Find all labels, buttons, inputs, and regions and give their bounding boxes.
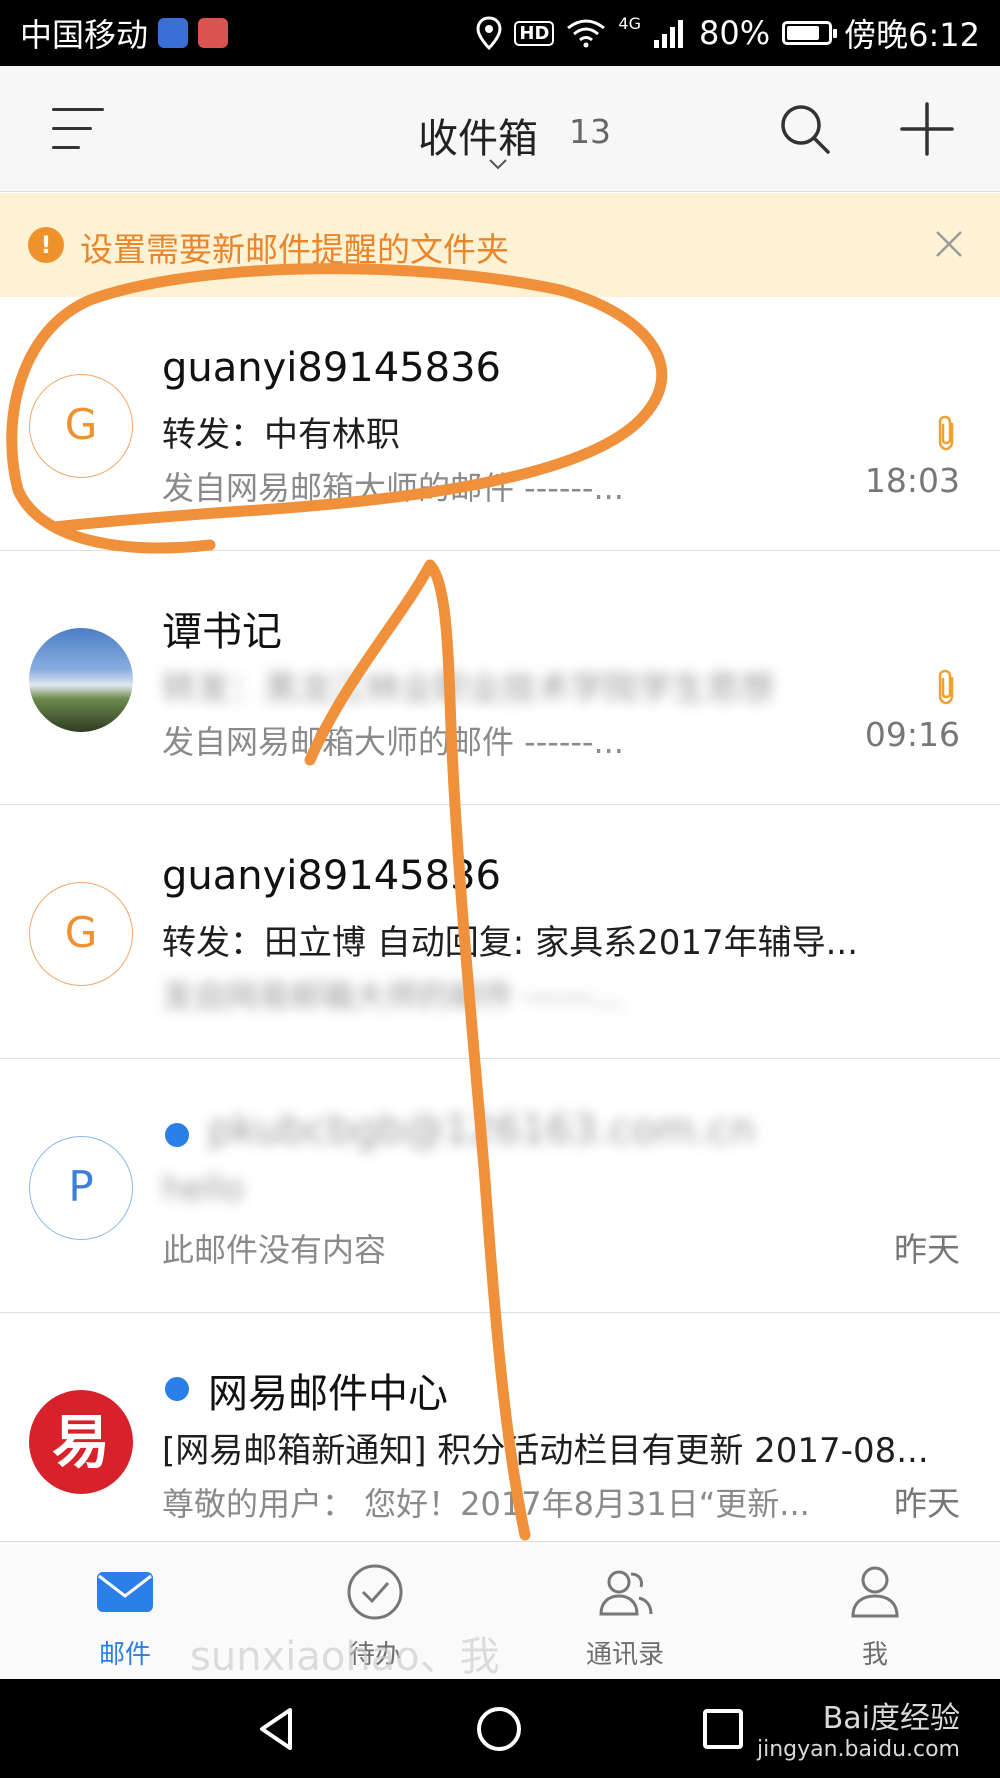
mail-subject: 转发：黑龙江林业职业技术学院学生思想	[162, 669, 774, 709]
mail-item[interactable]: 易 网易邮件中心 [网易邮箱新通知] 积分活动栏目有更新 2017-08... …	[0, 1313, 1000, 1538]
mail-subject: hello	[162, 1169, 245, 1209]
mail-time: 09:16	[864, 715, 960, 754]
unread-count: 13	[569, 112, 611, 151]
mail-preview: 发自网易邮箱大师的邮件 ------...	[162, 723, 624, 761]
mail-icon	[97, 1572, 153, 1612]
location-icon	[476, 16, 502, 50]
recents-icon[interactable]	[698, 1704, 748, 1754]
system-nav-bar: Bai度经验 jingyan.baidu.com	[0, 1679, 1000, 1778]
sender-avatar: G	[29, 882, 133, 986]
sender-avatar-photo	[29, 628, 133, 732]
app-header: 收件箱 13	[0, 66, 1000, 192]
checkmark-circle-icon	[347, 1564, 403, 1620]
mail-time: 昨天	[894, 1484, 960, 1523]
folder-title[interactable]: 收件箱	[418, 106, 538, 164]
tab-contacts[interactable]: 通讯录	[500, 1542, 750, 1679]
contacts-icon	[599, 1570, 653, 1616]
mail-item[interactable]: G guanyi89145836 转发：田立博 自动回复: 家具系2017年辅导…	[0, 805, 1000, 1059]
mail-subject: 转发：田立博 自动回复: 家具系2017年辅导...	[162, 923, 859, 963]
mail-preview: 此邮件没有内容	[162, 1231, 387, 1269]
netease-logo-avatar: 易	[29, 1390, 133, 1494]
close-icon[interactable]	[934, 229, 964, 259]
banner-message[interactable]: 设置需要新邮件提醒的文件夹	[80, 223, 509, 271]
battery-percent: 80%	[699, 14, 771, 52]
hd-badge: HD	[514, 20, 555, 46]
unread-dot	[165, 1377, 189, 1401]
back-icon[interactable]	[252, 1704, 302, 1754]
sender-avatar: P	[29, 1136, 133, 1240]
baidu-app-icon	[158, 18, 189, 48]
baidu-watermark: Bai度经验 jingyan.baidu.com	[757, 1693, 960, 1762]
info-icon: !	[28, 227, 64, 263]
tab-label: 我	[861, 1640, 888, 1670]
mail-sender: guanyi89145836	[162, 345, 501, 391]
mail-item[interactable]: 谭书记 转发：黑龙江林业职业技术学院学生思想 发自网易邮箱大师的邮件 -----…	[0, 551, 1000, 805]
tab-label: 通讯录	[585, 1640, 664, 1670]
search-icon[interactable]	[778, 102, 832, 156]
bottom-tab-bar: 邮件 待办 通讯录 我 sunxiaohao、我	[0, 1541, 1000, 1680]
notification-setup-banner[interactable]: ! 设置需要新邮件提醒的文件夹	[0, 193, 1000, 297]
map-app-icon	[198, 18, 229, 48]
mail-sender: pkubcbgb@126163.com.cn	[208, 1107, 756, 1153]
tab-me[interactable]: 我	[750, 1542, 1000, 1679]
footer-overlay-text: sunxiaohao、我	[190, 1634, 500, 1680]
status-bar: 中国移动 HD 4G 80% 傍晚6:12	[0, 0, 1000, 66]
wifi-icon	[567, 19, 606, 48]
mail-item[interactable]: P pkubcbgb@126163.com.cn hello 此邮件没有内容 昨…	[0, 1059, 1000, 1313]
signal-icon	[654, 20, 683, 48]
network-type: 4G	[618, 13, 641, 33]
watermark-url: jingyan.baidu.com	[756, 1737, 960, 1762]
mail-list: G guanyi89145836 转发：中有林职 发自网易邮箱大师的邮件 ---…	[0, 297, 1000, 1538]
mail-subject: [网易邮箱新通知] 积分活动栏目有更新 2017-08...	[162, 1431, 929, 1471]
mail-time: 18:03	[864, 461, 960, 500]
mail-item[interactable]: G guanyi89145836 转发：中有林职 发自网易邮箱大师的邮件 ---…	[0, 297, 1000, 551]
mail-sender: guanyi89145836	[162, 853, 501, 899]
mail-preview: 发自网易邮箱大师的邮件 ------...	[162, 977, 624, 1015]
chevron-down-icon[interactable]	[488, 154, 508, 174]
mail-preview: 尊敬的用户： 您好！2017年8月31日“更新...	[162, 1485, 810, 1523]
watermark-brand: Bai度经验	[822, 1701, 960, 1736]
attachment-icon	[938, 415, 954, 451]
clock: 傍晚6:12	[844, 16, 980, 54]
home-icon[interactable]	[474, 1704, 524, 1754]
mail-subject: 转发：中有林职	[162, 415, 400, 455]
mail-sender: 网易邮件中心	[208, 1371, 448, 1417]
mail-sender: 谭书记	[162, 609, 282, 655]
sender-avatar: G	[29, 374, 133, 478]
unread-dot	[165, 1123, 189, 1147]
mail-time: 昨天	[894, 1230, 960, 1269]
profile-icon	[851, 1566, 899, 1618]
battery-icon	[782, 21, 838, 45]
carrier-label: 中国移动	[20, 16, 149, 54]
attachment-icon	[938, 669, 954, 705]
mail-preview: 发自网易邮箱大师的邮件 ------...	[162, 469, 624, 507]
menu-icon[interactable]	[52, 108, 104, 150]
compose-add-icon[interactable]	[898, 100, 956, 158]
